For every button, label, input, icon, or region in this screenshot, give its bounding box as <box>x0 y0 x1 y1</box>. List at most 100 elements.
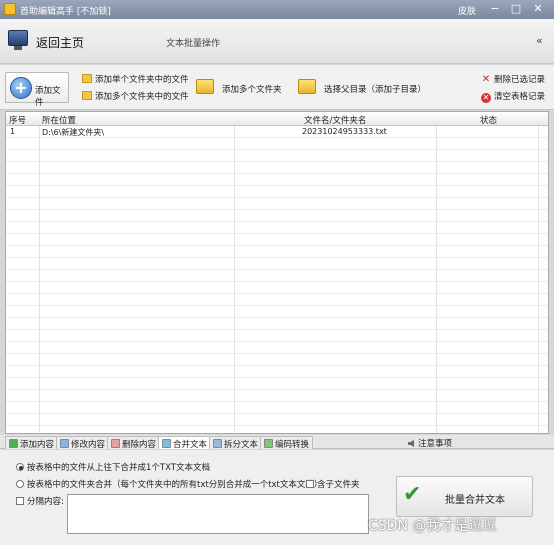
separator-input[interactable] <box>67 494 369 534</box>
watermark: CSDN @我才是逗逗 <box>368 518 497 534</box>
delete-selected-button[interactable]: ✕ 删除已选记录 <box>481 73 546 86</box>
tab-label: 合并文本 <box>173 440 208 450</box>
merge-icon <box>162 439 171 448</box>
empty-table-row <box>6 162 548 174</box>
add-multi-folder-files-button[interactable]: 添加多个文件夹中的文件 <box>82 90 189 103</box>
notice-label: 注意事项 <box>418 439 453 449</box>
clear-circle-icon: ✕ <box>481 93 491 103</box>
tab-label: 编码转换 <box>275 440 310 450</box>
window-title: 首助编辑高手 [不加锁] <box>20 7 111 17</box>
tab-delete-content[interactable]: 删除内容 <box>107 436 161 450</box>
tab-label: 修改内容 <box>71 440 106 450</box>
clear-table-label: 清空表格记录 <box>494 92 546 102</box>
section-title: 文本批量操作 <box>166 39 221 49</box>
merge-option-by-folder[interactable]: 按表格中的文件夹合并（每个文件夹中的所有txt分别合并成一个txt文本文档） <box>16 478 322 490</box>
tab-merge-text[interactable]: 合并文本 <box>158 436 212 450</box>
empty-table-row <box>6 330 548 342</box>
tab-add-content[interactable]: 添加内容 <box>5 436 59 450</box>
page-header: 返回主页 文本批量操作 « <box>0 19 554 64</box>
add-file-label: 添加文件 <box>35 86 61 108</box>
tab-split-text[interactable]: 拆分文本 <box>209 436 263 450</box>
select-parent-dir-label: 选择父目录（添加子目录） <box>324 85 427 95</box>
column-header-name[interactable]: 文件名/文件夹名 <box>304 114 366 126</box>
column-header-index[interactable]: 序号 <box>9 114 26 126</box>
row-index: 1 <box>10 127 16 136</box>
table-row[interactable]: 1 D:\6\新建文件夹\ 20231024953333.txt <box>6 126 548 138</box>
add-single-folder-files-label: 添加单个文件夹中的文件 <box>95 75 189 85</box>
include-subfolders-checkbox[interactable]: 含子文件夹 <box>306 478 360 490</box>
file-table[interactable]: 序号 所在位置 文件名/文件夹名 状态 1 D:\6\新建文件夹\ 202310… <box>5 111 549 434</box>
tab-label: 删除内容 <box>122 440 157 450</box>
column-header-status[interactable]: 状态 <box>480 114 497 126</box>
close-icon[interactable]: ✕ <box>530 1 546 17</box>
tab-encoding-convert[interactable]: 编码转换 <box>260 436 314 450</box>
folders-icon <box>196 79 214 94</box>
empty-table-row <box>6 318 548 330</box>
delete-x-icon: ✕ <box>481 74 491 85</box>
empty-table-row <box>6 174 548 186</box>
empty-table-row <box>6 222 548 234</box>
back-home-link[interactable]: 返回主页 <box>36 34 84 51</box>
empty-table-row <box>6 342 548 354</box>
separator-label: 分隔内容: <box>27 497 64 507</box>
batch-merge-button[interactable]: ✔ 批量合并文本 <box>396 476 533 517</box>
add-multi-folder-files-label: 添加多个文件夹中的文件 <box>95 92 189 102</box>
empty-table-row <box>6 210 548 222</box>
merge-option-single[interactable]: 按表格中的文件从上往下合并成1个TXT文本文档 <box>16 461 210 473</box>
table-header: 序号 所在位置 文件名/文件夹名 状态 <box>6 112 548 126</box>
empty-table-row <box>6 306 548 318</box>
function-tabs: 添加内容 修改内容 删除内容 合并文本 拆分文本 编码转换 注意事项 <box>0 435 554 450</box>
folder-open-icon <box>298 79 316 94</box>
speaker-icon <box>408 440 414 447</box>
delete-selected-label: 删除已选记录 <box>494 75 546 85</box>
maximize-icon[interactable]: □ <box>508 1 524 17</box>
radio-unselected[interactable] <box>16 480 24 488</box>
empty-table-row <box>6 426 548 433</box>
tab-modify-content[interactable]: 修改内容 <box>56 436 110 450</box>
empty-table-row <box>6 270 548 282</box>
empty-table-row <box>6 354 548 366</box>
notice-link[interactable]: 注意事项 <box>408 437 452 449</box>
collapse-icon[interactable]: « <box>536 34 543 47</box>
separator-checkbox[interactable]: 分隔内容: <box>16 495 64 507</box>
checkbox[interactable] <box>16 497 24 505</box>
empty-table-row <box>6 378 548 390</box>
column-header-location[interactable]: 所在位置 <box>42 114 76 126</box>
delete-icon <box>111 439 120 448</box>
clear-table-button[interactable]: ✕ 清空表格记录 <box>481 90 545 103</box>
empty-table-row <box>6 402 548 414</box>
merge-option-single-label: 按表格中的文件从上往下合并成1个TXT文本文档 <box>27 463 210 473</box>
folder-icon <box>82 91 92 100</box>
empty-table-row <box>6 366 548 378</box>
empty-table-row <box>6 258 548 270</box>
add-file-button[interactable]: + 添加文件 <box>5 72 69 108</box>
app-icon <box>4 3 16 15</box>
tab-label: 添加内容 <box>20 440 55 450</box>
empty-table-row <box>6 390 548 402</box>
skin-button[interactable]: 皮肤 <box>458 4 476 17</box>
merge-option-by-folder-label: 按表格中的文件夹合并（每个文件夹中的所有txt分别合并成一个txt文本文档） <box>27 480 323 490</box>
monitor-icon[interactable] <box>8 30 28 50</box>
checkbox[interactable] <box>306 480 314 488</box>
add-icon <box>9 439 18 448</box>
plus-icon: + <box>10 77 32 99</box>
folder-icon <box>82 74 92 83</box>
radio-selected[interactable] <box>16 463 24 471</box>
empty-table-row <box>6 246 548 258</box>
add-multiple-folders-button[interactable]: 添加多个文件夹 <box>196 77 286 101</box>
add-single-folder-files-button[interactable]: 添加单个文件夹中的文件 <box>82 73 189 86</box>
empty-table-row <box>6 198 548 210</box>
empty-table-row <box>6 150 548 162</box>
select-parent-dir-button[interactable]: 选择父目录（添加子目录） <box>298 77 428 101</box>
row-filename: 20231024953333.txt <box>302 127 387 136</box>
add-multiple-folders-label: 添加多个文件夹 <box>222 85 282 95</box>
split-icon <box>213 439 222 448</box>
empty-table-row <box>6 186 548 198</box>
row-location: D:\6\新建文件夹\ <box>42 128 105 137</box>
title-bar: 首助编辑高手 [不加锁] 皮肤 − □ ✕ <box>0 0 554 19</box>
edit-icon <box>60 439 69 448</box>
empty-table-row <box>6 282 548 294</box>
include-subfolders-label: 含子文件夹 <box>317 480 360 490</box>
minimize-icon[interactable]: − <box>487 1 503 17</box>
tab-label: 拆分文本 <box>224 440 259 450</box>
